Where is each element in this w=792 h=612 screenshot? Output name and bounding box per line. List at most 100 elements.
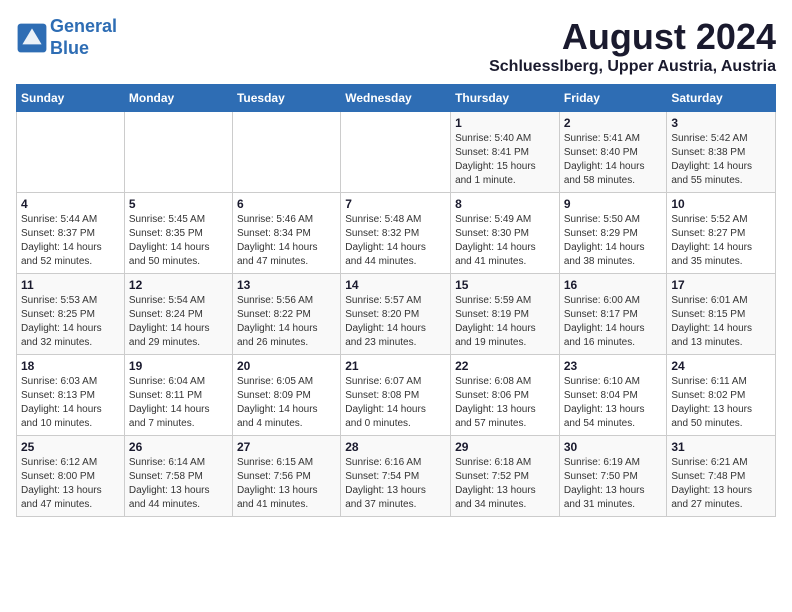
day-info: Sunrise: 6:08 AM Sunset: 8:06 PM Dayligh… bbox=[455, 375, 555, 431]
day-info: Sunrise: 6:19 AM Sunset: 7:50 PM Dayligh… bbox=[564, 456, 663, 512]
day-number: 24 bbox=[671, 359, 771, 373]
day-info: Sunrise: 5:54 AM Sunset: 8:24 PM Dayligh… bbox=[129, 294, 228, 350]
day-info: Sunrise: 6:11 AM Sunset: 8:02 PM Dayligh… bbox=[671, 375, 771, 431]
calendar-cell: 6 Sunrise: 5:46 AM Sunset: 8:34 PM Daylig… bbox=[232, 193, 340, 274]
calendar-week-row: 1Sunrise: 5:40 AM Sunset: 8:41 PM Daylig… bbox=[17, 112, 776, 193]
day-number: 7 bbox=[345, 197, 446, 211]
calendar-cell: 7 Sunrise: 5:48 AM Sunset: 8:32 PM Daylig… bbox=[341, 193, 451, 274]
calendar-cell: 20Sunrise: 6:05 AM Sunset: 8:09 PM Dayli… bbox=[232, 355, 340, 436]
calendar-cell: 27 Sunrise: 6:15 AM Sunset: 7:56 PM Dayli… bbox=[232, 436, 340, 517]
header-cell: Thursday bbox=[451, 85, 560, 112]
logo-icon bbox=[16, 22, 48, 54]
calendar-cell bbox=[232, 112, 340, 193]
calendar-cell: 14 Sunrise: 5:57 AM Sunset: 8:20 PM Dayli… bbox=[341, 274, 451, 355]
day-info: Sunrise: 6:14 AM Sunset: 7:58 PM Dayligh… bbox=[129, 456, 228, 512]
day-info: Sunrise: 5:57 AM Sunset: 8:20 PM Dayligh… bbox=[345, 294, 446, 350]
day-info: Sunrise: 5:42 AM Sunset: 8:38 PM Dayligh… bbox=[671, 132, 771, 188]
day-info: Sunrise: 5:44 AM Sunset: 8:37 PM Dayligh… bbox=[21, 213, 120, 269]
day-info: Sunrise: 5:41 AM Sunset: 8:40 PM Dayligh… bbox=[564, 132, 663, 188]
calendar-week-row: 18Sunrise: 6:03 AM Sunset: 8:13 PM Dayli… bbox=[17, 355, 776, 436]
calendar-week-row: 25 Sunrise: 6:12 AM Sunset: 8:00 PM Dayli… bbox=[17, 436, 776, 517]
day-info: Sunrise: 5:53 AM Sunset: 8:25 PM Dayligh… bbox=[21, 294, 120, 350]
calendar-cell: 5 Sunrise: 5:45 AM Sunset: 8:35 PM Daylig… bbox=[124, 193, 232, 274]
calendar-cell: 23 Sunrise: 6:10 AM Sunset: 8:04 PM Dayli… bbox=[559, 355, 667, 436]
header-cell: Sunday bbox=[17, 85, 125, 112]
day-number: 6 bbox=[237, 197, 336, 211]
header-cell: Tuesday bbox=[232, 85, 340, 112]
calendar-week-row: 4 Sunrise: 5:44 AM Sunset: 8:37 PM Daylig… bbox=[17, 193, 776, 274]
calendar-header: SundayMondayTuesdayWednesdayThursdayFrid… bbox=[17, 85, 776, 112]
main-title: August 2024 bbox=[489, 16, 776, 58]
calendar-cell: 21Sunrise: 6:07 AM Sunset: 8:08 PM Dayli… bbox=[341, 355, 451, 436]
day-info: Sunrise: 5:48 AM Sunset: 8:32 PM Dayligh… bbox=[345, 213, 446, 269]
calendar-cell bbox=[341, 112, 451, 193]
header-cell: Saturday bbox=[667, 85, 776, 112]
day-info: Sunrise: 6:18 AM Sunset: 7:52 PM Dayligh… bbox=[455, 456, 555, 512]
day-number: 16 bbox=[564, 278, 663, 292]
day-number: 1 bbox=[455, 116, 555, 130]
day-info: Sunrise: 6:10 AM Sunset: 8:04 PM Dayligh… bbox=[564, 375, 663, 431]
logo-line1: General bbox=[50, 16, 117, 36]
logo: General Blue bbox=[16, 16, 117, 59]
calendar-cell: 16Sunrise: 6:00 AM Sunset: 8:17 PM Dayli… bbox=[559, 274, 667, 355]
day-number: 19 bbox=[129, 359, 228, 373]
day-number: 14 bbox=[345, 278, 446, 292]
day-number: 31 bbox=[671, 440, 771, 454]
day-info: Sunrise: 6:21 AM Sunset: 7:48 PM Dayligh… bbox=[671, 456, 771, 512]
calendar-cell: 28Sunrise: 6:16 AM Sunset: 7:54 PM Dayli… bbox=[341, 436, 451, 517]
day-info: Sunrise: 6:15 AM Sunset: 7:56 PM Dayligh… bbox=[237, 456, 336, 512]
day-number: 23 bbox=[564, 359, 663, 373]
day-number: 9 bbox=[564, 197, 663, 211]
calendar-cell: 24 Sunrise: 6:11 AM Sunset: 8:02 PM Dayli… bbox=[667, 355, 776, 436]
day-info: Sunrise: 5:56 AM Sunset: 8:22 PM Dayligh… bbox=[237, 294, 336, 350]
day-number: 26 bbox=[129, 440, 228, 454]
day-number: 18 bbox=[21, 359, 120, 373]
calendar-cell: 9 Sunrise: 5:50 AM Sunset: 8:29 PM Daylig… bbox=[559, 193, 667, 274]
calendar-cell: 3 Sunrise: 5:42 AM Sunset: 8:38 PM Daylig… bbox=[667, 112, 776, 193]
calendar-cell: 11 Sunrise: 5:53 AM Sunset: 8:25 PM Dayli… bbox=[17, 274, 125, 355]
day-number: 27 bbox=[237, 440, 336, 454]
day-info: Sunrise: 5:46 AM Sunset: 8:34 PM Dayligh… bbox=[237, 213, 336, 269]
day-number: 22 bbox=[455, 359, 555, 373]
calendar-cell: 30Sunrise: 6:19 AM Sunset: 7:50 PM Dayli… bbox=[559, 436, 667, 517]
title-block: August 2024 Schluesslberg, Upper Austria… bbox=[489, 16, 776, 76]
day-number: 11 bbox=[21, 278, 120, 292]
calendar-cell: 4 Sunrise: 5:44 AM Sunset: 8:37 PM Daylig… bbox=[17, 193, 125, 274]
calendar-cell: 18Sunrise: 6:03 AM Sunset: 8:13 PM Dayli… bbox=[17, 355, 125, 436]
calendar-cell: 10Sunrise: 5:52 AM Sunset: 8:27 PM Dayli… bbox=[667, 193, 776, 274]
day-info: Sunrise: 5:45 AM Sunset: 8:35 PM Dayligh… bbox=[129, 213, 228, 269]
day-number: 15 bbox=[455, 278, 555, 292]
day-number: 17 bbox=[671, 278, 771, 292]
day-number: 5 bbox=[129, 197, 228, 211]
calendar-cell: 29 Sunrise: 6:18 AM Sunset: 7:52 PM Dayli… bbox=[451, 436, 560, 517]
calendar-cell: 12Sunrise: 5:54 AM Sunset: 8:24 PM Dayli… bbox=[124, 274, 232, 355]
calendar-cell: 8Sunrise: 5:49 AM Sunset: 8:30 PM Daylig… bbox=[451, 193, 560, 274]
calendar-cell: 2 Sunrise: 5:41 AM Sunset: 8:40 PM Daylig… bbox=[559, 112, 667, 193]
day-number: 2 bbox=[564, 116, 663, 130]
header-cell: Wednesday bbox=[341, 85, 451, 112]
day-info: Sunrise: 5:50 AM Sunset: 8:29 PM Dayligh… bbox=[564, 213, 663, 269]
day-number: 25 bbox=[21, 440, 120, 454]
day-number: 21 bbox=[345, 359, 446, 373]
day-info: Sunrise: 5:59 AM Sunset: 8:19 PM Dayligh… bbox=[455, 294, 555, 350]
day-number: 3 bbox=[671, 116, 771, 130]
calendar-cell: 26 Sunrise: 6:14 AM Sunset: 7:58 PM Dayli… bbox=[124, 436, 232, 517]
calendar-cell: 22 Sunrise: 6:08 AM Sunset: 8:06 PM Dayli… bbox=[451, 355, 560, 436]
calendar-body: 1Sunrise: 5:40 AM Sunset: 8:41 PM Daylig… bbox=[17, 112, 776, 517]
header-cell: Monday bbox=[124, 85, 232, 112]
day-number: 13 bbox=[237, 278, 336, 292]
day-number: 10 bbox=[671, 197, 771, 211]
day-info: Sunrise: 6:12 AM Sunset: 8:00 PM Dayligh… bbox=[21, 456, 120, 512]
day-number: 29 bbox=[455, 440, 555, 454]
calendar-cell: 17Sunrise: 6:01 AM Sunset: 8:15 PM Dayli… bbox=[667, 274, 776, 355]
header-row: SundayMondayTuesdayWednesdayThursdayFrid… bbox=[17, 85, 776, 112]
calendar-week-row: 11 Sunrise: 5:53 AM Sunset: 8:25 PM Dayli… bbox=[17, 274, 776, 355]
calendar-cell: 31 Sunrise: 6:21 AM Sunset: 7:48 PM Dayli… bbox=[667, 436, 776, 517]
day-info: Sunrise: 6:04 AM Sunset: 8:11 PM Dayligh… bbox=[129, 375, 228, 431]
calendar-cell: 13 Sunrise: 5:56 AM Sunset: 8:22 PM Dayli… bbox=[232, 274, 340, 355]
calendar-cell bbox=[17, 112, 125, 193]
day-number: 4 bbox=[21, 197, 120, 211]
day-info: Sunrise: 6:16 AM Sunset: 7:54 PM Dayligh… bbox=[345, 456, 446, 512]
calendar-cell: 1Sunrise: 5:40 AM Sunset: 8:41 PM Daylig… bbox=[451, 112, 560, 193]
day-number: 8 bbox=[455, 197, 555, 211]
